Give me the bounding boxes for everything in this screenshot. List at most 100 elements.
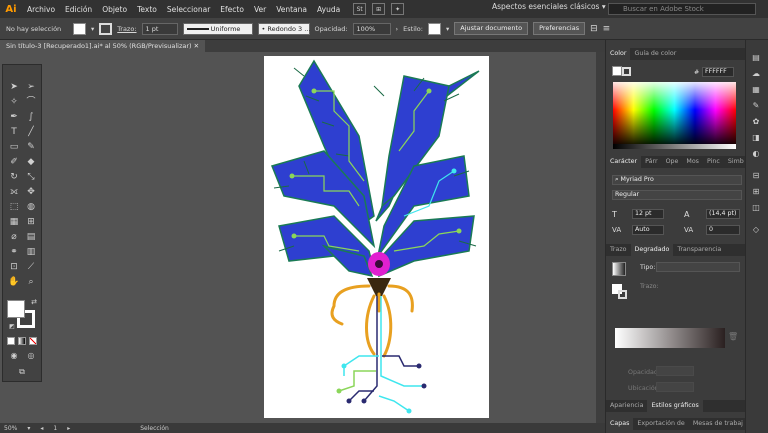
pathfinder-icon[interactable]: ◫ [750,202,762,213]
graphic-styles-icon[interactable]: ◨ [750,132,762,143]
arrange-documents-icon[interactable]: ⊞ [372,3,386,15]
properties-icon[interactable]: ▤ [750,52,762,63]
style-dropdown-icon[interactable]: ▾ [446,25,449,33]
paintbrush-tool-icon[interactable]: ✎ [24,141,38,153]
tab-mos[interactable]: Mos [682,156,703,168]
stroke-profile-select[interactable]: Uniforme [182,22,253,35]
direct-selection-tool-icon[interactable]: ➢ [24,81,38,93]
type-tool-icon[interactable]: T [7,126,21,138]
lasso-tool-icon[interactable]: ⌒ [24,96,38,108]
layers-icon[interactable]: ◇ [750,224,762,235]
opacity-label[interactable]: Opacidad: [315,25,348,33]
gradient-mode-button[interactable] [18,337,26,345]
tab-gradient[interactable]: Degradado [630,244,674,256]
selection-tool-icon[interactable]: ➤ [7,81,21,93]
document-tab[interactable]: Sin título-3 [Recuperado1].ai* al 50% (R… [0,40,206,52]
fill-swatch[interactable] [73,22,86,35]
gradient-type-select[interactable] [656,262,740,272]
rectangle-tool-icon[interactable]: ▭ [7,141,21,153]
menu-lines-icon[interactable]: ≡ [603,24,611,34]
opacity-chevron-icon[interactable]: › [396,25,399,33]
stock-icon[interactable]: St [353,3,367,15]
draw-normal-icon[interactable]: ◉ [7,350,21,362]
draw-inside-icon[interactable]: ◎ [24,350,38,362]
zoom-level[interactable]: 50% [4,425,17,432]
tab-transparency[interactable]: Transparencia [673,244,725,256]
gradient-preview[interactable] [612,262,626,276]
menu-texto[interactable]: Texto [132,5,162,14]
transform-icon[interactable]: ⊞ [750,186,762,197]
fill-color-box[interactable] [7,300,25,318]
tab-stroke[interactable]: Trazo [606,244,631,256]
tab-paragraph[interactable]: Párr [641,156,661,168]
tab-color-guide[interactable]: Guía de color [630,48,680,60]
shaper-tool-icon[interactable]: ✐ [7,156,21,168]
tracking-field[interactable]: 0 [706,225,740,235]
menu-ventana[interactable]: Ventana [271,5,312,14]
menu-seleccionar[interactable]: Seleccionar [162,5,215,14]
width-tool-icon[interactable]: ⟗ [7,186,21,198]
leading-field[interactable]: (14,4 pt) [706,209,740,219]
graphic-style-swatch[interactable] [427,22,441,35]
magic-wand-tool-icon[interactable]: ✧ [7,96,21,108]
puppet-warp-tool-icon[interactable]: ✥ [24,186,38,198]
zoom-dropdown-icon[interactable]: ▾ [27,425,30,432]
kerning-field[interactable]: Auto [632,225,664,235]
tab-opentype[interactable]: Ope [662,156,683,168]
pen-tool-icon[interactable]: ✒ [7,111,21,123]
menu-ayuda[interactable]: Ayuda [312,5,345,14]
fill-dropdown-icon[interactable]: ▾ [91,25,94,33]
zoom-tool-icon[interactable]: ⌕ [24,276,38,288]
scale-tool-icon[interactable]: ⤡ [24,171,38,183]
artboard-nav-prev-icon[interactable]: ◂ [40,425,43,432]
gradient-stroke-box[interactable] [618,290,627,299]
artboard[interactable] [264,56,489,418]
swap-colors-icon[interactable]: ⇄ [27,296,41,308]
font-family-select[interactable]: ⌕ Myriad Pro [612,175,742,185]
tab-appearance[interactable]: Apariencia [606,400,647,412]
close-tab-icon[interactable]: ✕ [194,42,199,50]
stock-search-input[interactable]: Buscar en Adobe Stock [608,3,756,15]
tab-character[interactable]: Carácter [606,156,642,168]
perspective-grid-tool-icon[interactable]: ▦ [7,216,21,228]
tab-artboards[interactable]: Mesas de trabaj [689,418,747,430]
default-colors-icon[interactable]: ◩ [5,321,19,333]
color-spectrum[interactable] [613,82,736,144]
stroke-weight-field[interactable]: 1 pt [141,22,178,35]
blend-tool-icon[interactable]: ⚭ [7,246,21,258]
gradient-ramp[interactable] [615,328,725,348]
color-fill-preview[interactable] [612,66,622,76]
gradient-location-field[interactable] [656,382,694,392]
color-ramp-bw[interactable] [613,144,736,149]
brush-select[interactable]: • Redondo 3 ... [257,22,310,35]
hex-field[interactable]: FFFFFF [702,67,734,77]
menu-efecto[interactable]: Efecto [215,5,249,14]
menu-ver[interactable]: Ver [249,5,271,14]
gradient-opacity-field[interactable] [656,366,694,376]
hand-tool-icon[interactable]: ✋ [7,276,21,288]
workspace-switcher[interactable]: Aspectos esenciales clásicos ▾ [492,2,606,11]
tab-color[interactable]: Color [606,48,631,60]
stroke-swatch[interactable] [99,22,113,35]
color-mode-button[interactable] [7,337,15,345]
menu-archivo[interactable]: Archivo [22,5,60,14]
eyedropper-tool-icon[interactable]: ⌀ [7,231,21,243]
gpu-icon[interactable]: ✦ [391,3,405,15]
rotate-tool-icon[interactable]: ↻ [7,171,21,183]
preferences-button[interactable]: Preferencias [533,22,586,35]
eraser-tool-icon[interactable]: ◆ [24,156,38,168]
curvature-tool-icon[interactable]: ∫ [24,111,38,123]
symbols-icon[interactable]: ✿ [750,116,762,127]
swatches-icon[interactable]: ▦ [750,84,762,95]
graph-tool-icon[interactable]: ▥ [24,246,38,258]
artboard-number[interactable]: 1 [53,425,57,432]
appearance-icon[interactable]: ◐ [750,148,762,159]
font-size-field[interactable]: 12 pt [632,209,664,219]
none-mode-button[interactable] [29,337,37,345]
tab-layers[interactable]: Capas [606,418,634,430]
delete-stop-icon[interactable]: 🗑 [728,332,738,341]
gradient-tool-icon[interactable]: ▤ [24,231,38,243]
line-tool-icon[interactable]: ╱ [24,126,38,138]
slice-tool-icon[interactable]: ⟋ [24,261,38,273]
font-style-select[interactable]: Regular [612,190,742,200]
